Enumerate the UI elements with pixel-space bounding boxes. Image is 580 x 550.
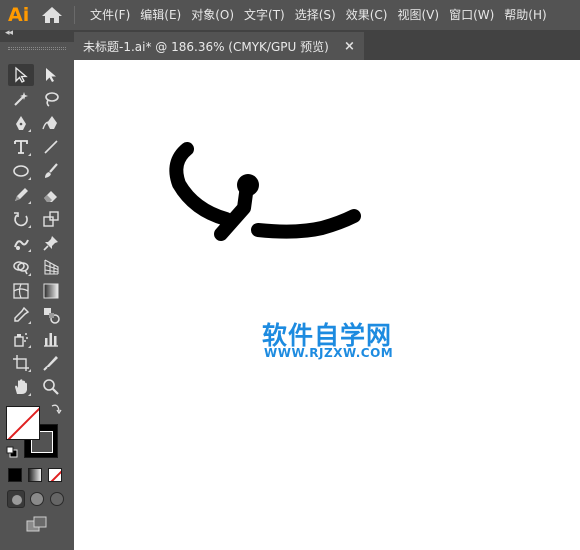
magic-wand-icon — [14, 92, 28, 106]
watermark-url: WWW.RJZXW.COM — [264, 346, 394, 360]
artboard-tool[interactable] — [8, 352, 34, 374]
slice-knife-icon — [43, 356, 58, 371]
home-icon — [42, 7, 62, 23]
mesh-tool[interactable] — [8, 280, 34, 302]
menu-window[interactable]: 窗口(W) — [444, 0, 499, 30]
menu-select[interactable]: 选择(S) — [290, 0, 341, 30]
menu-items: 文件(F) 编辑(E) 对象(O) 文字(T) 选择(S) 效果(C) 视图(V… — [84, 0, 552, 30]
eyedropper-tool[interactable] — [8, 304, 34, 326]
none-mode-button[interactable] — [48, 468, 62, 482]
draw-normal-icon — [12, 495, 22, 505]
fill-stroke-widget — [6, 402, 64, 462]
type-tool[interactable] — [8, 136, 34, 158]
warp-tool[interactable] — [8, 232, 34, 254]
draw-normal-button[interactable] — [7, 490, 25, 508]
tools-panel: ◂◂ — [0, 28, 74, 550]
selection-tool[interactable] — [8, 64, 34, 86]
artwork — [169, 142, 361, 241]
home-button[interactable] — [40, 5, 64, 25]
menu-effect[interactable]: 效果(C) — [341, 0, 393, 30]
tool-group-indicator — [28, 369, 31, 372]
paintbrush-icon — [45, 163, 58, 178]
gradient-tool[interactable] — [38, 280, 64, 302]
shape-builder-tool[interactable] — [8, 256, 34, 278]
draw-inside-button[interactable] — [50, 492, 64, 506]
pin-icon — [43, 236, 58, 251]
scale-tool[interactable] — [38, 208, 64, 230]
tool-group-indicator — [28, 129, 31, 132]
lasso-tool[interactable] — [38, 88, 64, 110]
blend-tool[interactable] — [38, 304, 64, 326]
menu-bar: Ai 文件(F) 编辑(E) 对象(O) 文字(T) 选择(S) 效果(C) 视… — [0, 0, 580, 30]
document-tab-bar: 未标题-1.ai* @ 186.36% (CMYK/GPU 预览) × — [74, 30, 580, 60]
brush-stroke-left — [169, 142, 233, 226]
column-graph-tool[interactable] — [38, 328, 64, 350]
tool-group-indicator — [28, 177, 31, 180]
tool-group-indicator — [28, 273, 31, 276]
color-mode-button[interactable] — [8, 468, 22, 482]
brush-stroke-right — [251, 209, 361, 239]
close-tab-button[interactable]: × — [344, 39, 355, 54]
tools-panel-header: ◂◂ — [0, 28, 74, 42]
curvature-tool[interactable] — [38, 112, 64, 134]
curvature-pen-icon — [42, 116, 57, 130]
symbol-sprayer-tool[interactable] — [8, 328, 34, 350]
line-segment-tool[interactable] — [38, 136, 64, 158]
swap-fill-stroke-icon[interactable] — [50, 402, 62, 414]
default-fill-stroke-icon[interactable] — [6, 446, 18, 458]
app-logo: Ai — [8, 4, 30, 26]
direct-selection-arrow-icon — [46, 68, 56, 82]
none-slash-icon — [7, 407, 39, 439]
collapse-panel-button[interactable]: ◂◂ — [5, 28, 13, 38]
none-slash-icon — [50, 470, 61, 481]
menu-type[interactable]: 文字(T) — [239, 0, 290, 30]
canvas[interactable]: 软件自学网 WWW.RJZXW.COM — [74, 60, 580, 550]
scale-icon — [43, 211, 59, 227]
draw-behind-button[interactable] — [30, 492, 44, 506]
menu-view[interactable]: 视图(V) — [392, 0, 444, 30]
gradient-icon — [43, 283, 59, 299]
perspective-grid-tool[interactable] — [38, 256, 64, 278]
magic-wand-tool[interactable] — [8, 88, 34, 110]
gradient-mode-button[interactable] — [28, 468, 42, 482]
tool-group-indicator — [28, 249, 31, 252]
zoom-magnifier-icon — [43, 379, 59, 395]
menu-edit[interactable]: 编辑(E) — [135, 0, 186, 30]
lasso-icon — [45, 92, 59, 107]
tool-group-indicator — [28, 201, 31, 204]
blend-icon — [44, 308, 60, 324]
brush-dot — [237, 174, 259, 196]
pen-tool[interactable] — [8, 112, 34, 134]
zoom-tool[interactable] — [38, 376, 64, 398]
paintbrush-tool[interactable] — [38, 160, 64, 182]
eraser-tool[interactable] — [38, 184, 64, 206]
free-transform-tool[interactable] — [38, 232, 64, 254]
menu-divider — [74, 6, 75, 24]
panel-grip[interactable] — [8, 47, 66, 50]
menu-help[interactable]: 帮助(H) — [499, 0, 551, 30]
rotate-tool[interactable] — [8, 208, 34, 230]
screen-mode-icon[interactable] — [26, 516, 48, 532]
perspective-grid-icon — [44, 259, 59, 275]
hand-tool[interactable] — [8, 376, 34, 398]
line-segment-icon — [44, 140, 58, 154]
eraser-icon — [44, 191, 57, 202]
pencil-tool[interactable] — [8, 184, 34, 206]
direct-selection-tool[interactable] — [38, 64, 64, 86]
tool-group-indicator — [28, 345, 31, 348]
tool-group-indicator — [28, 321, 31, 324]
menu-file[interactable]: 文件(F) — [84, 0, 135, 30]
document-tab[interactable]: 未标题-1.ai* @ 186.36% (CMYK/GPU 预览) × — [74, 32, 364, 60]
document-tab-title: 未标题-1.ai* @ 186.36% (CMYK/GPU 预览) — [83, 39, 329, 54]
selection-arrow-icon — [15, 66, 28, 83]
tool-group-indicator — [28, 393, 31, 396]
fill-swatch-none[interactable] — [6, 406, 40, 440]
tool-group-indicator — [28, 225, 31, 228]
tool-group-indicator — [28, 153, 31, 156]
menu-object[interactable]: 对象(O) — [186, 0, 239, 30]
column-graph-icon — [44, 333, 58, 347]
slice-tool[interactable] — [38, 352, 64, 374]
ellipse-tool[interactable] — [8, 160, 34, 182]
mesh-icon — [13, 283, 29, 299]
